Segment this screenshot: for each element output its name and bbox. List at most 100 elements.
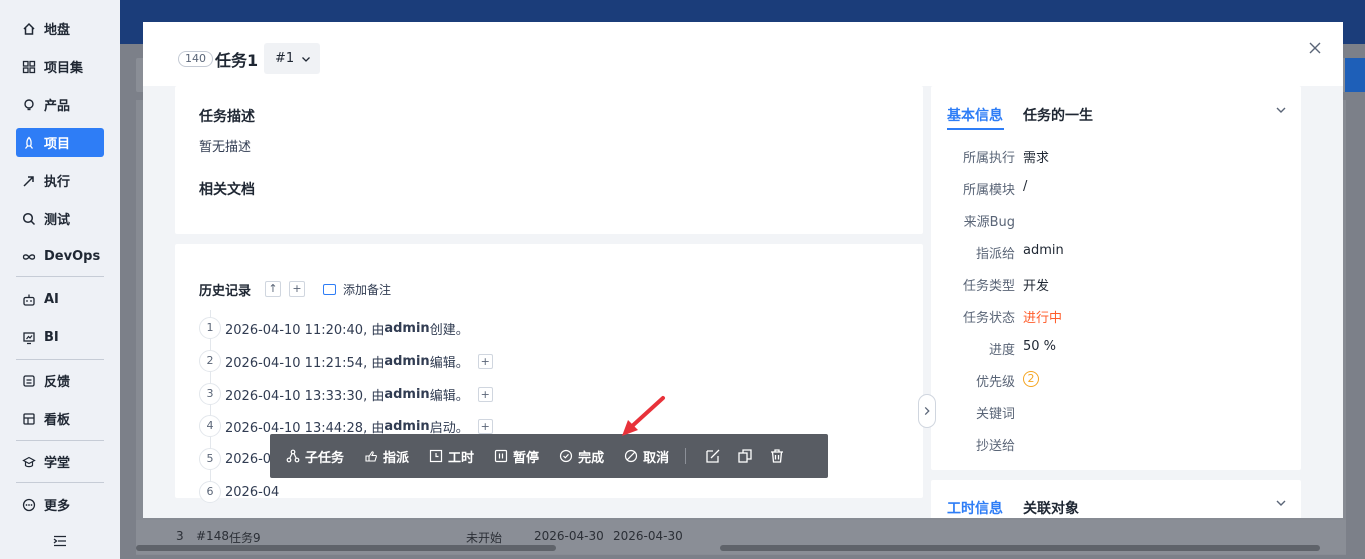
tab-task-lifecycle[interactable]: 任务的一生	[1023, 105, 1093, 125]
row-status: 未开始	[466, 531, 503, 545]
basic-info-card: 基本信息 任务的一生 所属执行 需求 所属模块 / 来源Bug 指派给 admi…	[931, 86, 1301, 470]
history-entry-number: 3	[199, 383, 221, 405]
action-toolbar: 子任务 指派 工时 暂停 完成 取消	[270, 434, 828, 478]
sidebar-item-programs[interactable]: 项目集	[16, 52, 104, 81]
annotation-arrow-icon	[622, 396, 665, 436]
sidebar-divider	[16, 482, 104, 483]
history-entry-number: 5	[199, 448, 221, 470]
sidebar-item-ai[interactable]: AI	[16, 285, 104, 314]
tab-related-objects[interactable]: 关联对象	[1023, 498, 1079, 518]
history-entry-action: 启动。	[429, 420, 469, 436]
infinity-icon	[22, 253, 36, 260]
sidebar-item-execution[interactable]: 执行	[16, 166, 104, 195]
sidebar-item-label: 产品	[44, 99, 71, 114]
field-label: 进度	[988, 343, 1015, 358]
add-note-label: 添加备注	[343, 283, 392, 297]
sidebar-divider	[16, 359, 104, 360]
history-entry-number: 4	[199, 415, 221, 437]
pause-button[interactable]: 暂停	[494, 447, 539, 466]
chevron-down-icon[interactable]	[1275, 104, 1287, 116]
task-id-badge: 140	[178, 51, 213, 67]
status-badge: 进行中	[1023, 311, 1063, 326]
worklog-button[interactable]: 工时	[429, 447, 474, 466]
subtask-button[interactable]: 子任务	[286, 447, 344, 466]
field-progress: 50 %	[1023, 339, 1057, 354]
copy-icon[interactable]	[736, 447, 754, 465]
row-date-start: 2026-04-30	[534, 529, 604, 543]
sidebar-item-dashboard[interactable]: 地盘	[16, 14, 104, 43]
field-priority: 2	[1023, 371, 1039, 387]
sidebar-item-label: BI	[44, 330, 59, 345]
assign-label: 指派	[383, 450, 410, 466]
history-entry-action: 编辑。	[429, 355, 469, 371]
history-entry-user: admin	[384, 320, 430, 336]
finish-button[interactable]: 完成	[559, 447, 604, 466]
history-entry-user: admin	[384, 353, 430, 369]
sidebar-item-school[interactable]: 学堂	[16, 447, 104, 476]
subtask-label: 子任务	[305, 450, 345, 466]
sidebar-item-label: DevOps	[44, 249, 101, 264]
chevron-right-icon[interactable]	[918, 394, 936, 428]
expand-entry-icon[interactable]: +	[477, 418, 493, 434]
field-label: 所属模块	[962, 183, 1015, 198]
version-select[interactable]: #1	[264, 43, 320, 74]
sidebar-item-label: AI	[44, 292, 59, 307]
expand-entry-icon[interactable]: +	[477, 353, 493, 369]
feedback-icon	[23, 374, 35, 387]
sidebar-item-testing[interactable]: 测试	[16, 204, 104, 233]
docs-title: 相关文档	[199, 182, 255, 198]
history-entry: 1 2026-04-10 11:20:40, 由 admin 创建。	[199, 317, 469, 339]
description-title: 任务描述	[199, 109, 255, 125]
row-name: 任务9	[229, 531, 261, 545]
chevron-down-icon[interactable]	[1275, 497, 1287, 509]
history-entry-action: 创建。	[429, 322, 469, 338]
history-entry: 5 2026-04	[199, 448, 279, 470]
edit-icon[interactable]	[704, 447, 722, 465]
field-module: /	[1023, 179, 1028, 194]
collapse-icon[interactable]	[53, 535, 67, 547]
sidebar-item-more[interactable]: 更多	[16, 490, 104, 519]
field-label: 优先级	[975, 375, 1015, 390]
sidebar-item-devops[interactable]: DevOps	[16, 242, 104, 271]
add-note-button[interactable]: 添加备注	[323, 281, 391, 298]
sidebar-item-feedback[interactable]: 反馈	[16, 366, 104, 395]
sidebar-item-label: 地盘	[44, 23, 71, 38]
sidebar-item-projects[interactable]: 项目	[16, 128, 104, 157]
arrow-icon	[23, 175, 34, 187]
expand-entry-icon[interactable]: +	[477, 386, 493, 402]
assign-button[interactable]: 指派	[364, 447, 409, 466]
sidebar-item-label: 测试	[44, 213, 71, 228]
trash-icon[interactable]	[768, 447, 786, 465]
tab-basic-info[interactable]: 基本信息	[947, 105, 1003, 125]
expand-all-icon[interactable]: +	[289, 281, 305, 297]
history-entry-action: 编辑。	[429, 388, 469, 404]
row-priority: 3	[176, 529, 184, 543]
field-label: 指派给	[975, 247, 1015, 262]
history-entry: 6 2026-04	[199, 481, 279, 503]
bulb-icon	[24, 98, 34, 110]
history-entry: 2 2026-04-10 11:21:54, 由 admin 编辑。 +	[199, 350, 493, 372]
sidebar-item-label: 学堂	[44, 456, 71, 471]
description-card: 任务描述 暂无描述 相关文档	[175, 86, 923, 234]
subtask-icon	[286, 449, 300, 463]
active-tab-indicator	[947, 128, 1004, 130]
sidebar-item-label: 项目集	[44, 61, 84, 76]
field-label: 抄送给	[975, 439, 1015, 454]
row-code: #148	[196, 529, 229, 543]
sidebar-item-kanban[interactable]: 看板	[16, 404, 104, 433]
modal-title: 任务1	[215, 51, 259, 70]
field-label: 任务状态	[962, 311, 1015, 326]
field-execution: 需求	[1023, 151, 1050, 166]
history-entry-number: 2	[199, 350, 221, 372]
field-label: 所属执行	[962, 151, 1015, 166]
row-date-end: 2026-04-30	[613, 529, 683, 543]
tab-time-info[interactable]: 工时信息	[947, 498, 1003, 518]
clock-icon	[429, 449, 443, 463]
close-icon[interactable]	[1308, 41, 1322, 55]
modal-header: 140 任务1 #1	[143, 22, 1343, 86]
sort-up-icon[interactable]: ↑	[265, 281, 281, 297]
sidebar-item-bi[interactable]: BI	[16, 323, 104, 352]
sidebar-divider	[16, 440, 104, 441]
sidebar-item-products[interactable]: 产品	[16, 90, 104, 119]
history-entry-time: 2026-04-10 13:33:30, 由	[225, 388, 385, 404]
